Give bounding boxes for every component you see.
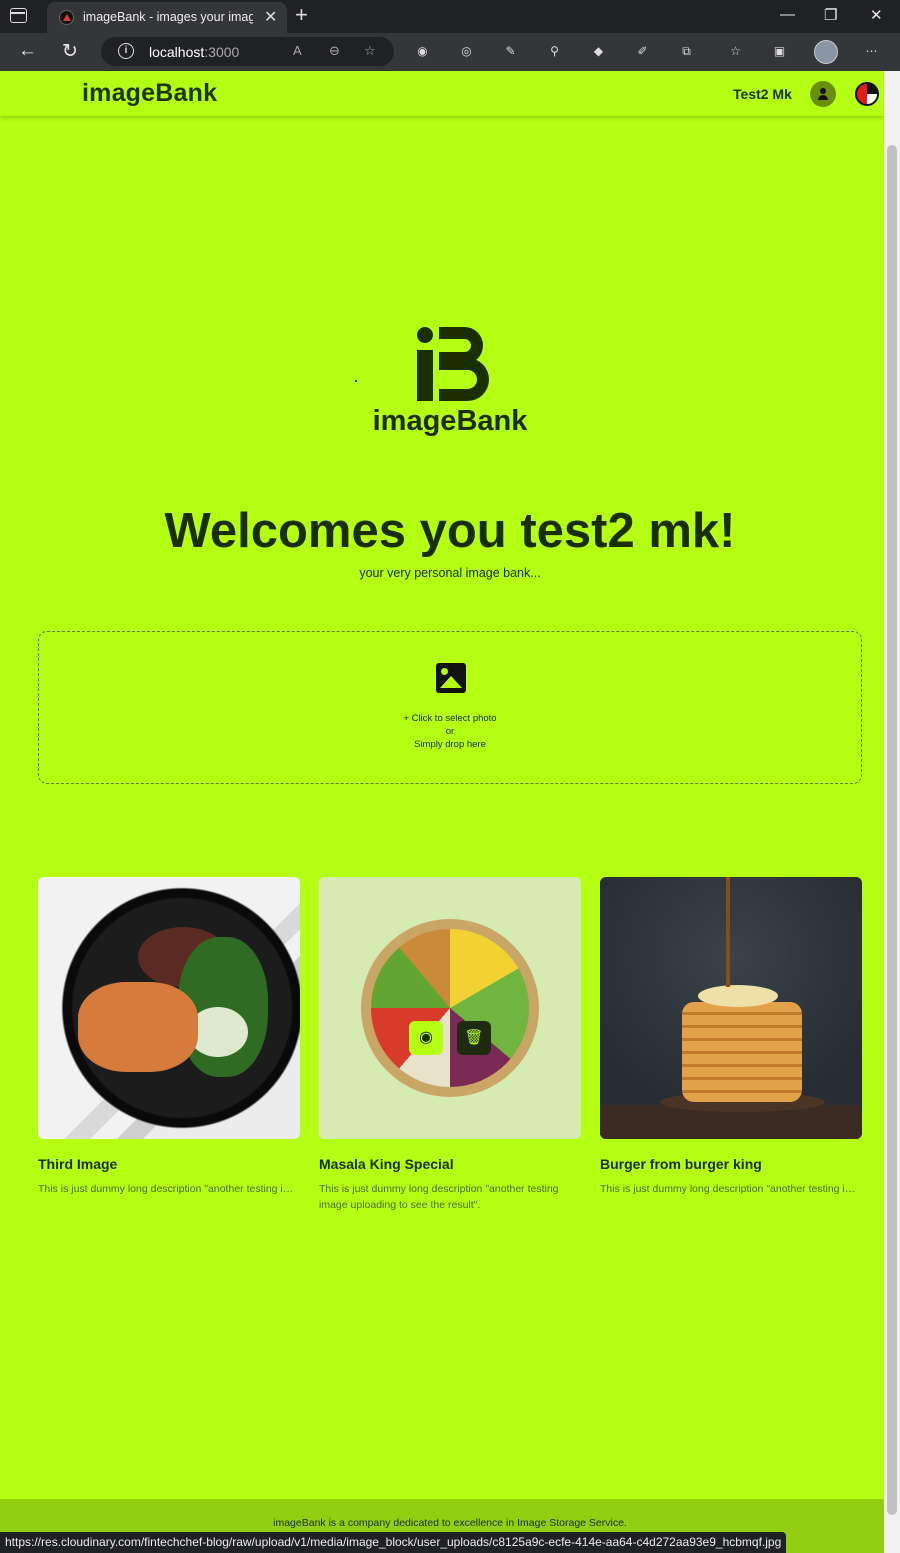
- status-bar-url: https://res.cloudinary.com/fintechchef-b…: [0, 1532, 787, 1553]
- user-avatar-icon[interactable]: [810, 81, 836, 107]
- favicon-icon: [59, 10, 74, 25]
- read-aloud-icon[interactable]: A: [293, 43, 302, 58]
- page-scrollbar[interactable]: [884, 71, 900, 1553]
- address-bar[interactable]: i localhost:3000 A ⊖ ☆: [101, 37, 394, 66]
- fox-icon[interactable]: ◆: [590, 43, 607, 60]
- welcome-heading: Welcomes you test2 mk!: [164, 504, 736, 558]
- card-image[interactable]: ◉ 🗑: [319, 877, 581, 1139]
- info-icon[interactable]: i: [118, 43, 134, 59]
- card-description: This is just dummy long description "ano…: [319, 1183, 559, 1211]
- dropzone-drop-text: Simply drop here: [414, 739, 486, 750]
- edit-ext-icon[interactable]: ✐: [634, 43, 651, 60]
- extension-icon[interactable]: ◉: [414, 43, 431, 60]
- card-image[interactable]: [38, 877, 300, 1139]
- card-title: Masala King Special: [319, 1156, 454, 1172]
- dropzone-or-text: or: [445, 726, 455, 737]
- tab-close-icon[interactable]: ✕: [264, 7, 277, 27]
- puzzle-icon[interactable]: ⧉: [678, 43, 695, 60]
- new-tab-icon[interactable]: +: [295, 2, 308, 28]
- url-text: localhost:3000: [149, 44, 240, 60]
- card-title: Third Image: [38, 1156, 118, 1172]
- window-close-icon[interactable]: ✕: [870, 6, 883, 24]
- brand-logo[interactable]: imageBank: [82, 79, 217, 108]
- favorites-icon[interactable]: ☆: [727, 43, 744, 60]
- scroll-thumb[interactable]: [887, 145, 897, 1515]
- imagebank-logo-icon: [413, 323, 493, 408]
- image-card[interactable]: Third Image This is just dummy long desc…: [38, 877, 300, 1197]
- footer-text: imageBank is a company dedicated to exce…: [273, 1517, 627, 1529]
- dropzone-select-text: + Click to select photo: [403, 713, 497, 724]
- pen-icon[interactable]: ✎: [502, 43, 519, 60]
- image-icon: [436, 663, 466, 693]
- card-description: This is just dummy long description "ano…: [38, 1183, 300, 1195]
- reload-icon[interactable]: ↻: [62, 40, 78, 63]
- tab-title: imageBank - images your imagin: [83, 10, 253, 24]
- favorite-add-icon[interactable]: ☆: [364, 43, 376, 59]
- card-title: Burger from burger king: [600, 1156, 762, 1172]
- profile-avatar[interactable]: [814, 40, 838, 64]
- search-ext-icon[interactable]: ⚲: [546, 43, 563, 60]
- restore-icon[interactable]: ❐: [824, 6, 837, 24]
- delete-trash-icon[interactable]: 🗑: [457, 1021, 491, 1055]
- view-eye-icon[interactable]: ◉: [409, 1021, 443, 1055]
- minimize-icon[interactable]: —: [780, 6, 795, 23]
- upload-dropzone[interactable]: + Click to select photo or Simply drop h…: [38, 631, 862, 784]
- more-icon[interactable]: ⋯: [863, 43, 880, 60]
- card-image[interactable]: [600, 877, 862, 1139]
- image-card[interactable]: ◉ 🗑 Masala King Special This is just dum…: [319, 877, 581, 1213]
- back-arrow-icon[interactable]: ←: [18, 40, 37, 62]
- browser-tab[interactable]: imageBank - images your imagin ✕: [47, 2, 287, 33]
- zoom-icon[interactable]: ⊖: [329, 43, 340, 59]
- speck: [355, 380, 357, 382]
- tab-actions-icon[interactable]: [10, 8, 27, 23]
- logo-wordmark: imageBank: [372, 405, 528, 437]
- collections-icon[interactable]: ▣: [771, 43, 788, 60]
- card-description: This is just dummy long description "ano…: [600, 1183, 862, 1195]
- app-header: imageBank Test2 Mk: [0, 71, 884, 116]
- language-flag-icon[interactable]: [855, 82, 879, 106]
- browser-toolbar: ← ↻ i localhost:3000 A ⊖ ☆ ◉ ◎ ✎ ⚲ ◆ ✐ ⧉…: [0, 33, 900, 71]
- image-card[interactable]: Burger from burger king This is just dum…: [600, 877, 862, 1197]
- browser-tabbar: imageBank - images your imagin ✕ + — ❐ ✕: [0, 0, 900, 33]
- tagline: your very personal image bank...: [359, 566, 541, 580]
- target-icon[interactable]: ◎: [458, 43, 475, 60]
- username[interactable]: Test2 Mk: [733, 86, 792, 102]
